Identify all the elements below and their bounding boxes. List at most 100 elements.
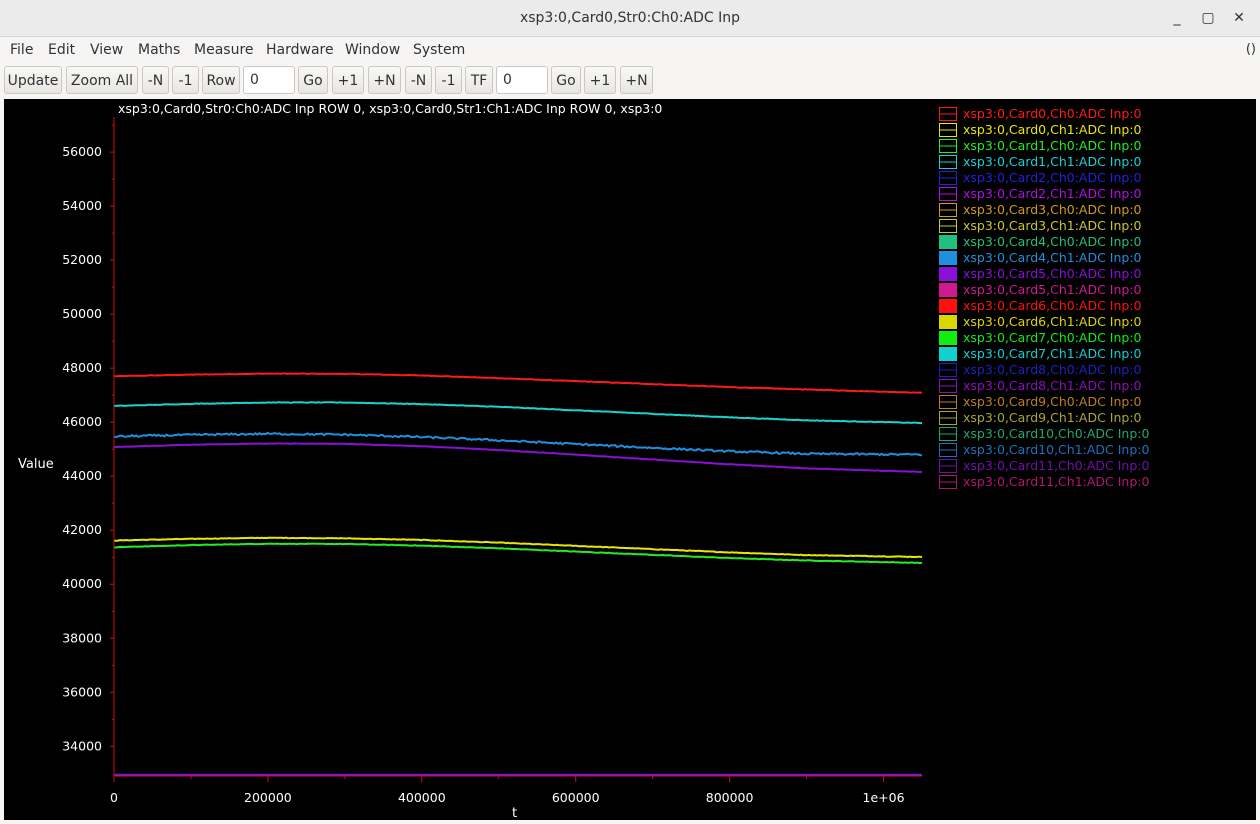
tf-minus-one-button[interactable]: -1 [435, 66, 462, 94]
legend-entry[interactable]: xsp3:0,Card7,Ch1:ADC Inp:0 [939, 346, 1142, 361]
minus-one-button[interactable]: -1 [172, 66, 199, 94]
tf-plus-one-button[interactable]: +1 [584, 66, 616, 94]
legend-entry[interactable]: xsp3:0,Card9,Ch0:ADC Inp:0 [939, 394, 1142, 409]
legend-entry[interactable]: xsp3:0,Card2,Ch1:ADC Inp:0 [939, 186, 1142, 201]
y-tick-label: 48000 [62, 360, 102, 375]
x-tick-label: 200000 [244, 790, 292, 805]
y-tick-label: 42000 [62, 522, 102, 537]
legend-entry[interactable]: xsp3:0,Card10,Ch1:ADC Inp:0 [939, 442, 1150, 457]
y-tick-label: 36000 [62, 684, 102, 699]
legend-entry[interactable]: xsp3:0,Card8,Ch1:ADC Inp:0 [939, 378, 1142, 393]
tf-input[interactable]: 0 [496, 66, 548, 94]
menu-hardware[interactable]: Hardware [264, 37, 336, 63]
legend-swatch[interactable] [939, 315, 957, 329]
tf-minus-n-button[interactable]: -N [405, 66, 432, 94]
legend-swatch[interactable] [939, 235, 957, 249]
zoom-all-button[interactable]: Zoom All [66, 66, 138, 94]
legend-entry[interactable]: xsp3:0,Card4,Ch0:ADC Inp:0 [939, 234, 1142, 249]
legend-entry[interactable]: xsp3:0,Card5,Ch1:ADC Inp:0 [939, 282, 1142, 297]
legend-label: xsp3:0,Card8,Ch1:ADC Inp:0 [963, 378, 1142, 393]
legend-entry[interactable]: xsp3:0,Card2,Ch0:ADC Inp:0 [939, 170, 1142, 185]
legend-swatch[interactable] [939, 331, 957, 345]
row-button[interactable]: Row [202, 66, 240, 94]
legend-label: xsp3:0,Card0,Ch0:ADC Inp:0 [963, 106, 1142, 121]
y-tick-label: 52000 [62, 252, 102, 267]
window-title: xsp3:0,Card0,Str0:Ch0:ADC Inp [519, 10, 741, 26]
tf-plus-n-button[interactable]: +N [620, 66, 653, 94]
row-plus-n-button[interactable]: +N [368, 66, 401, 94]
plot-area[interactable]: xsp3:0,Card0,Str0:Ch0:ADC Inp ROW 0, xsp… [4, 99, 1256, 821]
legend-label: xsp3:0,Card6,Ch0:ADC Inp:0 [963, 298, 1142, 313]
menu-view[interactable]: View [88, 37, 125, 63]
legend-entry[interactable]: xsp3:0,Card8,Ch0:ADC Inp:0 [939, 362, 1142, 377]
legend[interactable]: xsp3:0,Card0,Ch0:ADC Inp:0xsp3:0,Card0,C… [939, 106, 1150, 489]
legend-swatch[interactable] [939, 267, 957, 281]
legend-swatch[interactable] [939, 251, 957, 265]
row-plus-one-button[interactable]: +1 [332, 66, 364, 94]
minus-n-button[interactable]: -N [142, 66, 169, 94]
legend-entry[interactable]: xsp3:0,Card7,Ch0:ADC Inp:0 [939, 330, 1142, 345]
menu-bar: File Edit View Maths Measure Hardware Wi… [0, 37, 1260, 63]
legend-label: xsp3:0,Card4,Ch0:ADC Inp:0 [963, 234, 1142, 249]
menu-system[interactable]: System [411, 37, 467, 63]
row-go-button[interactable]: Go [298, 66, 328, 94]
y-tick-label: 54000 [62, 198, 102, 213]
legend-entry[interactable]: xsp3:0,Card10,Ch0:ADC Inp:0 [939, 426, 1150, 441]
x-tick-label: 600000 [552, 790, 600, 805]
legend-label: xsp3:0,Card9,Ch0:ADC Inp:0 [963, 394, 1142, 409]
legend-label: xsp3:0,Card3,Ch0:ADC Inp:0 [963, 202, 1142, 217]
row-input[interactable]: 0 [243, 66, 295, 94]
legend-entry[interactable]: xsp3:0,Card4,Ch1:ADC Inp:0 [939, 250, 1142, 265]
toolbar: Update Zoom All -N -1 Row 0 Go +1 +N -N … [0, 63, 1260, 98]
menu-edit[interactable]: Edit [46, 37, 77, 63]
y-tick-label: 38000 [62, 630, 102, 645]
legend-label: xsp3:0,Card1,Ch0:ADC Inp:0 [963, 138, 1142, 153]
y-tick-label: 46000 [62, 414, 102, 429]
legend-entry[interactable]: xsp3:0,Card6,Ch0:ADC Inp:0 [939, 298, 1142, 313]
x-tick-label: 1e+06 [863, 790, 905, 805]
legend-label: xsp3:0,Card9,Ch1:ADC Inp:0 [963, 410, 1142, 425]
legend-swatch[interactable] [939, 283, 957, 297]
legend-label: xsp3:0,Card2,Ch0:ADC Inp:0 [963, 170, 1142, 185]
title-bar: xsp3:0,Card0,Str0:Ch0:ADC Inp _ ▢ ✕ [0, 0, 1260, 37]
legend-entry[interactable]: xsp3:0,Card0,Ch0:ADC Inp:0 [939, 106, 1142, 121]
legend-entry[interactable]: xsp3:0,Card11,Ch1:ADC Inp:0 [939, 474, 1150, 489]
legend-label: xsp3:0,Card11,Ch1:ADC Inp:0 [963, 474, 1150, 489]
x-tick-label: 400000 [398, 790, 446, 805]
legend-entry[interactable]: xsp3:0,Card1,Ch0:ADC Inp:0 [939, 138, 1142, 153]
legend-label: xsp3:0,Card3,Ch1:ADC Inp:0 [963, 218, 1142, 233]
legend-label: xsp3:0,Card10,Ch1:ADC Inp:0 [963, 442, 1150, 457]
y-axis-label: Value [18, 457, 54, 472]
legend-entry[interactable]: xsp3:0,Card3,Ch1:ADC Inp:0 [939, 218, 1142, 233]
legend-label: xsp3:0,Card6,Ch1:ADC Inp:0 [963, 314, 1142, 329]
menu-measure[interactable]: Measure [192, 37, 256, 63]
tf-go-button[interactable]: Go [551, 66, 581, 94]
legend-swatch[interactable] [939, 299, 957, 313]
legend-entry[interactable]: xsp3:0,Card0,Ch1:ADC Inp:0 [939, 122, 1142, 137]
update-button[interactable]: Update [4, 66, 62, 94]
legend-label: xsp3:0,Card0,Ch1:ADC Inp:0 [963, 122, 1142, 137]
legend-label: xsp3:0,Card7,Ch0:ADC Inp:0 [963, 330, 1142, 345]
legend-entry[interactable]: xsp3:0,Card11,Ch0:ADC Inp:0 [939, 458, 1150, 473]
tf-button[interactable]: TF [465, 66, 493, 94]
line-chart[interactable]: xsp3:0,Card0,Str0:Ch0:ADC Inp ROW 0, xsp… [4, 99, 1256, 821]
legend-entry[interactable]: xsp3:0,Card1,Ch1:ADC Inp:0 [939, 154, 1142, 169]
legend-entry[interactable]: xsp3:0,Card6,Ch1:ADC Inp:0 [939, 314, 1142, 329]
legend-swatch[interactable] [939, 347, 957, 361]
close-icon[interactable]: ✕ [1229, 8, 1249, 28]
menu-window[interactable]: Window [343, 37, 402, 63]
maximize-icon[interactable]: ▢ [1198, 8, 1218, 28]
legend-entry[interactable]: xsp3:0,Card5,Ch0:ADC Inp:0 [939, 266, 1142, 281]
menu-file[interactable]: File [8, 37, 35, 63]
legend-label: xsp3:0,Card7,Ch1:ADC Inp:0 [963, 346, 1142, 361]
legend-label: xsp3:0,Card1,Ch1:ADC Inp:0 [963, 154, 1142, 169]
y-tick-label: 50000 [62, 306, 102, 321]
menu-maths[interactable]: Maths [136, 37, 182, 63]
y-tick-label: 56000 [62, 144, 102, 159]
legend-entry[interactable]: xsp3:0,Card9,Ch1:ADC Inp:0 [939, 410, 1142, 425]
legend-label: xsp3:0,Card5,Ch1:ADC Inp:0 [963, 282, 1142, 297]
legend-label: xsp3:0,Card5,Ch0:ADC Inp:0 [963, 266, 1142, 281]
minimize-icon[interactable]: _ [1167, 8, 1187, 28]
legend-entry[interactable]: xsp3:0,Card3,Ch0:ADC Inp:0 [939, 202, 1142, 217]
legend-label: xsp3:0,Card2,Ch1:ADC Inp:0 [963, 186, 1142, 201]
